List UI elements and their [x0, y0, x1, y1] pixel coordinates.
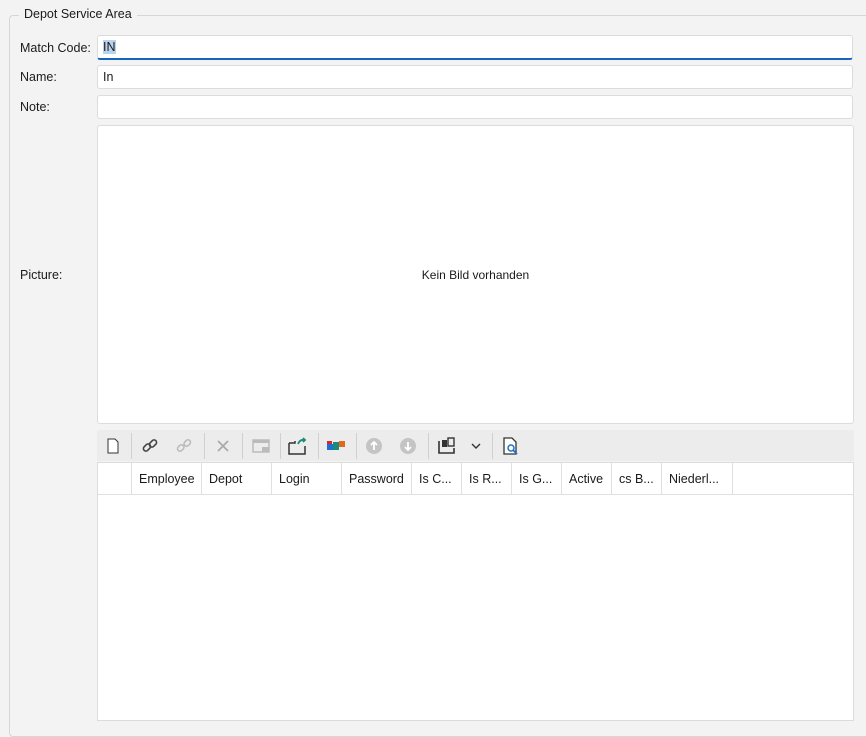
move-up-icon[interactable] — [363, 435, 385, 457]
grid-toolbar — [97, 430, 854, 461]
separator — [492, 433, 493, 459]
column-header-password[interactable]: Password — [342, 463, 412, 494]
link-icon[interactable] — [139, 435, 161, 457]
group-title: Depot Service Area — [19, 7, 137, 21]
separator — [318, 433, 319, 459]
window-icon[interactable] — [250, 435, 272, 457]
separator — [131, 433, 132, 459]
row-indicator-header — [98, 463, 132, 494]
column-header-is-r[interactable]: Is R... — [462, 463, 512, 494]
match-code-label: Match Code: — [20, 41, 91, 55]
note-input[interactable] — [97, 95, 853, 119]
name-label: Name: — [20, 70, 57, 84]
column-header-niederl[interactable]: Niederl... — [662, 463, 733, 494]
preview-icon[interactable] — [500, 435, 522, 457]
match-code-input[interactable]: IN — [97, 35, 853, 60]
picture-label: Picture: — [20, 268, 63, 282]
separator — [204, 433, 205, 459]
note-label: Note: — [20, 100, 50, 114]
picture-box[interactable]: Kein Bild vorhanden — [97, 125, 854, 424]
grid-header: Employee Depot Login Password Is C... Is… — [98, 463, 853, 495]
separator — [428, 433, 429, 459]
column-header-is-g[interactable]: Is G... — [512, 463, 562, 494]
employee-grid[interactable]: Employee Depot Login Password Is C... Is… — [97, 462, 854, 721]
column-header-is-c[interactable]: Is C... — [412, 463, 462, 494]
no-picture-text: Kein Bild vorhanden — [421, 267, 530, 282]
chevron-down-icon[interactable] — [465, 435, 487, 457]
separator — [280, 433, 281, 459]
column-header-employee[interactable]: Employee — [132, 463, 202, 494]
delete-icon[interactable] — [212, 435, 234, 457]
color-blocks-icon[interactable] — [325, 435, 347, 457]
column-header-login[interactable]: Login — [272, 463, 342, 494]
column-header-cs-b[interactable]: cs B... — [612, 463, 662, 494]
separator — [356, 433, 357, 459]
layout-icon[interactable] — [436, 435, 458, 457]
new-icon[interactable] — [102, 435, 124, 457]
move-down-icon[interactable] — [397, 435, 419, 457]
name-input[interactable]: In — [97, 65, 853, 89]
unlink-icon[interactable] — [173, 435, 195, 457]
export-icon[interactable] — [287, 435, 309, 457]
column-header-depot[interactable]: Depot — [202, 463, 272, 494]
column-header-active[interactable]: Active — [562, 463, 612, 494]
separator — [242, 433, 243, 459]
